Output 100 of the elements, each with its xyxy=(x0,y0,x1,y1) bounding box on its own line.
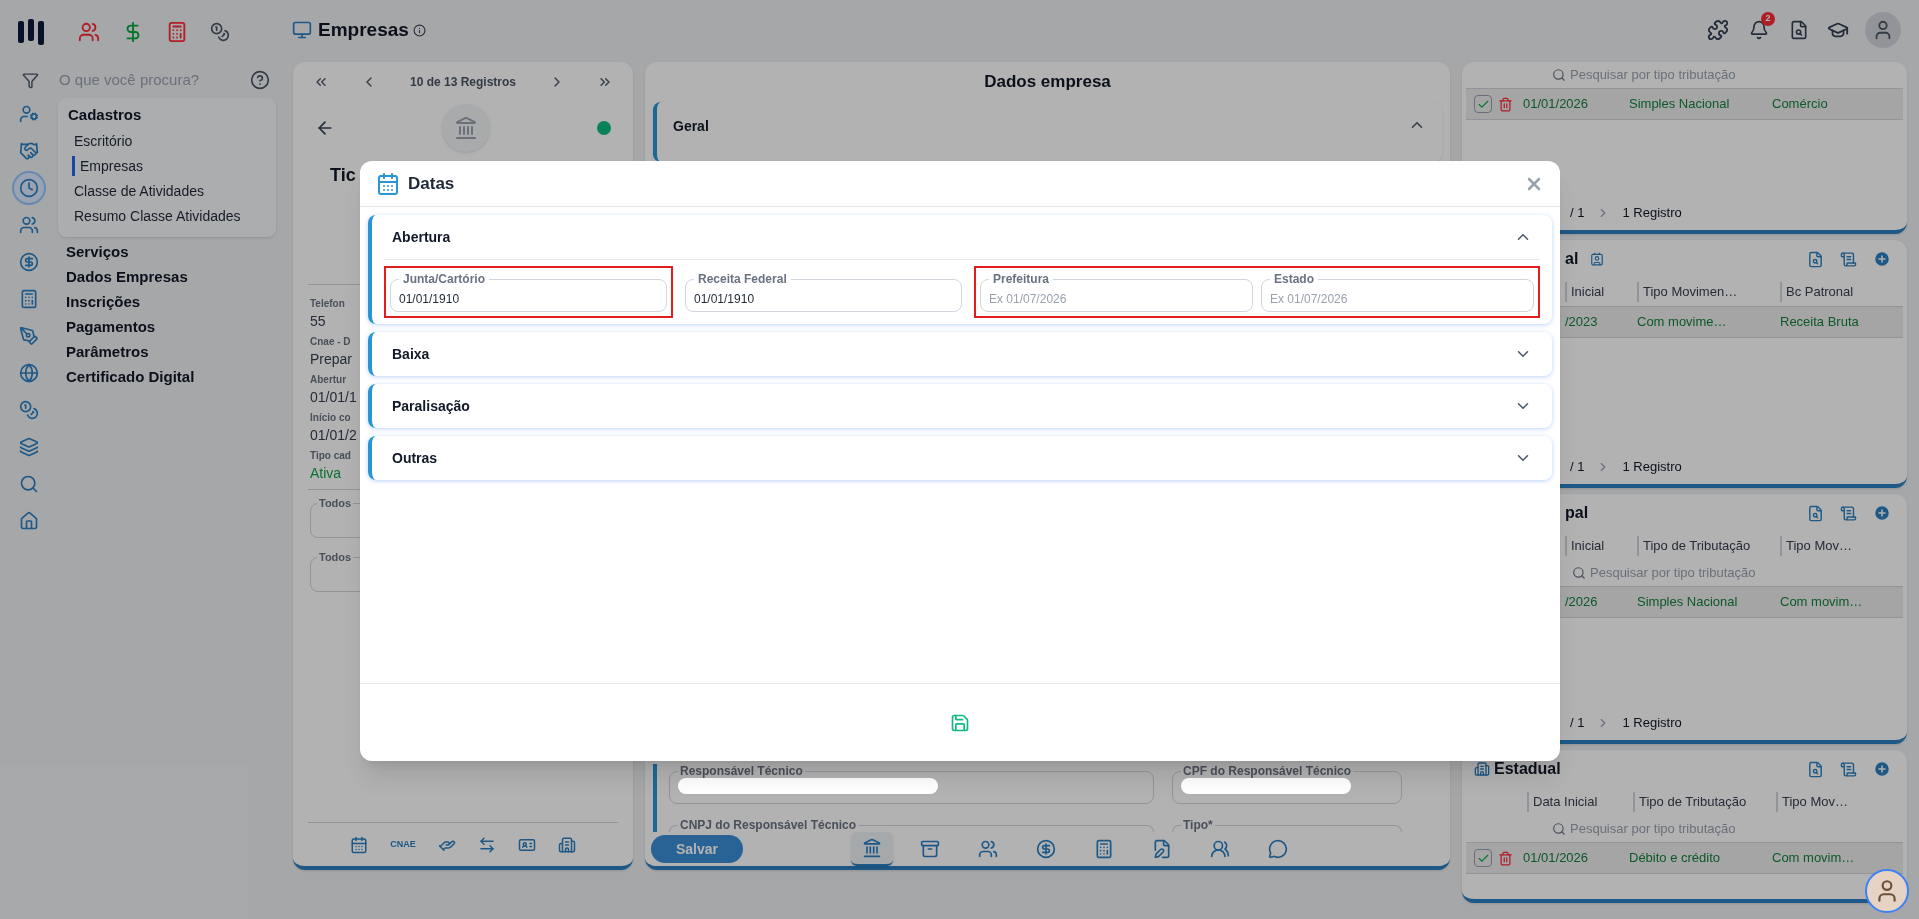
scroll-icon[interactable] xyxy=(1840,250,1857,268)
submenu-item[interactable]: Resumo Classe Atividades xyxy=(72,205,241,226)
text-field[interactable]: Responsável Técnico xyxy=(669,764,1154,804)
table-cell-text: Débito e crédito xyxy=(1629,849,1722,868)
file-search-icon[interactable] xyxy=(1807,760,1824,778)
scroll-icon[interactable] xyxy=(1840,760,1857,778)
badge-icon xyxy=(1590,252,1605,266)
field-label: Estado xyxy=(1273,272,1315,286)
filter-icon[interactable] xyxy=(22,71,39,89)
table-row[interactable]: 01/01/2026 Simples Nacional Comércio xyxy=(1466,88,1903,120)
transfer-icon[interactable] xyxy=(477,835,496,854)
record-count: 1 Registro xyxy=(1622,204,1682,223)
bank-icon[interactable] xyxy=(851,832,893,866)
column-header: Bc Patronal xyxy=(1780,282,1854,302)
date-input[interactable]: Ex 01/07/2026 xyxy=(989,290,1244,308)
row-checkbox[interactable] xyxy=(1474,95,1492,113)
date-field[interactable]: Estado Ex 01/07/2026 xyxy=(1261,272,1534,312)
search-field[interactable]: Pesquisar por tipo tributação xyxy=(1570,819,1830,839)
status-value: Ativa xyxy=(310,464,342,483)
date-field[interactable]: Junta/Cartório 01/01/1910 xyxy=(390,272,667,312)
panel-title: pal xyxy=(1565,503,1589,523)
add-icon[interactable] xyxy=(1873,504,1891,522)
search-field[interactable]: O que você procura? xyxy=(59,68,230,92)
table-cell-text: Receita Bruta xyxy=(1780,313,1859,332)
document-search-icon[interactable] xyxy=(1789,20,1809,40)
page-indicator: / 1 xyxy=(1570,714,1585,733)
company-name: Tic xyxy=(330,165,356,185)
section-title: Paralisação xyxy=(392,396,470,416)
calendar-icon[interactable] xyxy=(350,835,369,854)
section-title: Abertura xyxy=(392,227,451,247)
cnae-tab[interactable]: CNAE xyxy=(390,837,416,852)
search-field[interactable]: Pesquisar por tipo tributação xyxy=(1570,65,1830,85)
page-indicator: / 1 xyxy=(1570,458,1585,477)
field-label: Tipo* xyxy=(1182,818,1214,832)
menu-item[interactable]: Pagamentos xyxy=(66,313,156,339)
info-label: Cnae - D xyxy=(310,335,351,348)
page-title: Empresas xyxy=(318,17,409,42)
section-title: Outras xyxy=(392,448,438,468)
date-input[interactable]: Ex 01/07/2026 xyxy=(1270,290,1525,308)
record-pager: 10 de 13 Registros xyxy=(409,74,517,91)
accordion-header[interactable]: Paralisação xyxy=(372,384,1552,428)
accordion-header[interactable]: Abertura xyxy=(372,215,1552,259)
add-icon[interactable] xyxy=(1873,250,1891,268)
users-icon[interactable] xyxy=(78,21,100,43)
coins-icon[interactable] xyxy=(210,22,230,42)
page-indicator: / 1 xyxy=(1570,204,1585,223)
panel-title: Dados empresa xyxy=(983,70,1112,93)
info-label: Abertur xyxy=(310,373,347,386)
company-avatar xyxy=(442,104,490,152)
user-avatar[interactable] xyxy=(1865,12,1901,48)
assistant-avatar[interactable] xyxy=(1865,869,1909,913)
menu-item[interactable]: Parâmetros xyxy=(66,338,149,364)
table-cell-text: /2023 xyxy=(1565,313,1599,332)
menu-item[interactable]: Cadastros xyxy=(68,104,142,127)
date-input[interactable]: 01/01/1910 xyxy=(694,290,953,308)
scroll-icon[interactable] xyxy=(1840,504,1857,522)
menu-item[interactable]: Inscrições xyxy=(66,288,141,314)
table-row[interactable]: 01/01/2026 Débito e crédito Com movim… xyxy=(1466,842,1903,874)
search-field[interactable]: Pesquisar por tipo tributação xyxy=(1590,563,1850,583)
puzzle-icon[interactable] xyxy=(1707,19,1729,41)
record-count: 1 Registro xyxy=(1622,458,1682,477)
text-field[interactable]: CPF do Responsável Técnico xyxy=(1172,764,1402,804)
building-icon[interactable] xyxy=(557,835,576,854)
search-icon xyxy=(1552,822,1566,836)
info-value: 01/01/2 xyxy=(310,426,357,445)
table-cell-text: /2026 xyxy=(1565,593,1599,612)
add-icon[interactable] xyxy=(1873,760,1891,778)
calculator-icon[interactable] xyxy=(166,21,188,43)
accordion-header[interactable]: Outras xyxy=(372,436,1552,480)
menu-item[interactable]: Dados Empresas xyxy=(66,263,188,289)
date-input[interactable]: 01/01/1910 xyxy=(399,290,658,308)
trash-icon[interactable] xyxy=(1498,96,1513,112)
column-header: Inicial xyxy=(1565,282,1637,302)
info-icon[interactable] xyxy=(412,23,426,37)
notification-bell-icon[interactable] xyxy=(1749,20,1769,40)
submenu-item[interactable]: Classe de Atividades xyxy=(72,180,204,201)
logo-icon[interactable] xyxy=(18,19,46,45)
save-icon[interactable] xyxy=(950,712,970,733)
submenu-item[interactable]: Empresas xyxy=(72,155,144,176)
table-cell-text: Comércio xyxy=(1772,95,1828,114)
help-icon[interactable] xyxy=(250,70,270,90)
field-label: Todos xyxy=(318,550,353,564)
date-field[interactable]: Receita Federal 01/01/1910 xyxy=(685,272,962,312)
table-cell-text: Com movim… xyxy=(1772,849,1855,868)
column-header: Tipo de Tributação xyxy=(1633,792,1776,812)
date-field[interactable]: Prefeitura Ex 01/07/2026 xyxy=(980,272,1253,312)
column-header: Tipo Mov… xyxy=(1776,792,1848,812)
file-search-icon[interactable] xyxy=(1807,250,1824,268)
file-search-icon[interactable] xyxy=(1807,504,1824,522)
row-checkbox[interactable] xyxy=(1474,849,1492,867)
menu-item[interactable]: Serviços xyxy=(66,238,129,264)
info-label: Telefon xyxy=(310,297,345,310)
menu-item[interactable]: Certificado Digital xyxy=(66,363,195,389)
trash-icon[interactable] xyxy=(1498,850,1513,866)
section-title: Geral xyxy=(673,117,709,136)
field-label: Todos xyxy=(318,496,353,510)
submenu-item[interactable]: Escritório xyxy=(72,130,133,151)
table-cell-text: Com movime… xyxy=(1637,313,1728,332)
dialog-title: Datas xyxy=(408,172,455,195)
clock-icon[interactable] xyxy=(14,173,44,203)
